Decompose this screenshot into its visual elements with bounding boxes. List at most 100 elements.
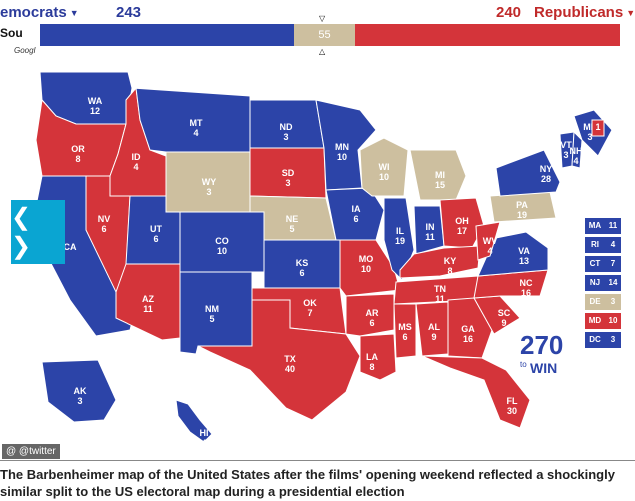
state-ev: 11 [143, 304, 153, 314]
legend-state: DE [589, 297, 601, 306]
state-ev: 7 [307, 308, 312, 318]
state-label: MI [435, 170, 445, 180]
state-ev: 16 [463, 334, 473, 344]
legend-ev: 3 [610, 335, 616, 344]
legend-row-dc[interactable]: DC 3 [585, 332, 621, 348]
chevron-down-icon: ▼ [69, 8, 79, 19]
state-label: LA [366, 352, 378, 362]
small-states-legend: MA 11 RI 4 CT 7 NJ 14 DE 3 MD 10 DC 3 [585, 218, 621, 351]
state-label: ND [280, 122, 293, 132]
legend-state: CT [589, 259, 601, 268]
270towin-logo: 270 to WIN [510, 330, 570, 380]
state-ev: 40 [285, 364, 295, 374]
state-label: NE [286, 214, 299, 224]
legend-row-ma[interactable]: MA 11 [585, 218, 621, 234]
democrats-dropdown[interactable]: emocrats ▼ [0, 4, 79, 21]
state-label: MT [190, 118, 203, 128]
legend-state: RI [591, 240, 599, 249]
state-ev: 3 [563, 150, 568, 160]
republicans-dropdown[interactable]: Republicans ▼ [534, 4, 635, 21]
state-ev: 6 [402, 332, 407, 342]
state-label: NY [540, 164, 553, 174]
divider [0, 460, 635, 461]
twitter-watermark: @ @twitter [2, 444, 60, 459]
state-ev: 10 [217, 246, 227, 256]
legend-row-md[interactable]: MD 10 [585, 313, 621, 329]
electoral-map-screenshot: emocrats ▼ 243 240 Republicans ▼ Sou Googl… [0, 0, 635, 460]
state-label: IA [352, 204, 362, 214]
state-label: AZ [142, 294, 154, 304]
state-label: OK [303, 298, 317, 308]
state-ev: 11 [425, 232, 435, 242]
state-label: ID [132, 152, 142, 162]
legend-ev: 10 [608, 316, 618, 325]
state-label: MS [398, 322, 412, 332]
legend-row-ri[interactable]: RI 4 [585, 237, 621, 253]
state-ev: 19 [517, 210, 527, 220]
us-electoral-map: WA12OR8CAID4NV6MT4WY3UT6AZ11CO10NM5ND3SD… [35, 71, 613, 448]
legend-state: MD [588, 316, 602, 325]
state-label: TX [284, 354, 296, 364]
legend-state: MA [588, 221, 602, 230]
state-label: WA [88, 96, 103, 106]
state-ev: 8 [369, 362, 374, 372]
state-label: KS [296, 258, 309, 268]
marker-down-icon: ▽ [319, 14, 326, 23]
legend-ev: 11 [608, 221, 618, 230]
state-ev: 9 [501, 318, 506, 328]
state-label: IL [396, 226, 405, 236]
legend-row-ct[interactable]: CT 7 [585, 256, 621, 272]
marker-up-icon: △ [319, 47, 326, 56]
state-ev: 6 [101, 224, 106, 234]
legend-ev: 4 [610, 240, 616, 249]
state-label: NH [570, 146, 583, 156]
state-label: FL [507, 396, 518, 406]
state-label: PA [516, 200, 528, 210]
state-ev: 9 [431, 332, 436, 342]
republicans-count: 240 [496, 4, 522, 21]
state-label: OR [71, 144, 85, 154]
carousel-nav-button[interactable]: ❮ ❯ [11, 200, 65, 264]
state-label: HI [200, 428, 209, 438]
state-ev: 12 [90, 106, 100, 116]
state-ev: 10 [379, 172, 389, 182]
legend-row-nj[interactable]: NJ 14 [585, 275, 621, 291]
state-label: MO [359, 254, 374, 264]
state-ev: 10 [337, 152, 347, 162]
democrats-count: 243 [116, 4, 142, 21]
state-ev: 5 [289, 224, 294, 234]
state-ev: 4 [487, 246, 492, 256]
state-label: SD [282, 168, 295, 178]
chevron-down-icon: ▼ [626, 8, 635, 19]
state-ev: 15 [435, 180, 445, 190]
state-ev: 8 [447, 266, 452, 276]
legend-row-de[interactable]: DE 3 [585, 294, 621, 310]
state-ev: 6 [369, 318, 374, 328]
legend-state: NJ [589, 278, 601, 287]
state-ev: 13 [519, 256, 529, 266]
state-label: NV [98, 214, 111, 224]
state-ev: 28 [541, 174, 551, 184]
state-ev: 3 [77, 396, 82, 406]
state-label: AR [366, 308, 379, 318]
legend-state: DC [589, 335, 601, 344]
rep-bar-segment [355, 24, 620, 46]
state-label: WY [202, 177, 217, 187]
state-label: TN [434, 284, 446, 294]
tossup-bar-segment: 55 [294, 24, 355, 46]
state-label: NC [520, 278, 533, 288]
state-ev: 4 [193, 128, 198, 138]
state-ev: 16 [521, 288, 531, 298]
state-ev: 19 [395, 236, 405, 246]
state-label: OH [455, 216, 469, 226]
state-label: CO [215, 236, 229, 246]
state-ev: 10 [361, 264, 371, 274]
state-label: AK [74, 386, 87, 396]
logo-win: WIN [530, 360, 558, 376]
results-header: emocrats ▼ 243 240 Republicans ▼ [0, 0, 635, 24]
state-ev: 3 [206, 187, 211, 197]
state-label: WI [379, 162, 390, 172]
state-label: AL [428, 322, 440, 332]
state-ev: 4 [201, 438, 206, 448]
state-ev: 6 [153, 234, 158, 244]
